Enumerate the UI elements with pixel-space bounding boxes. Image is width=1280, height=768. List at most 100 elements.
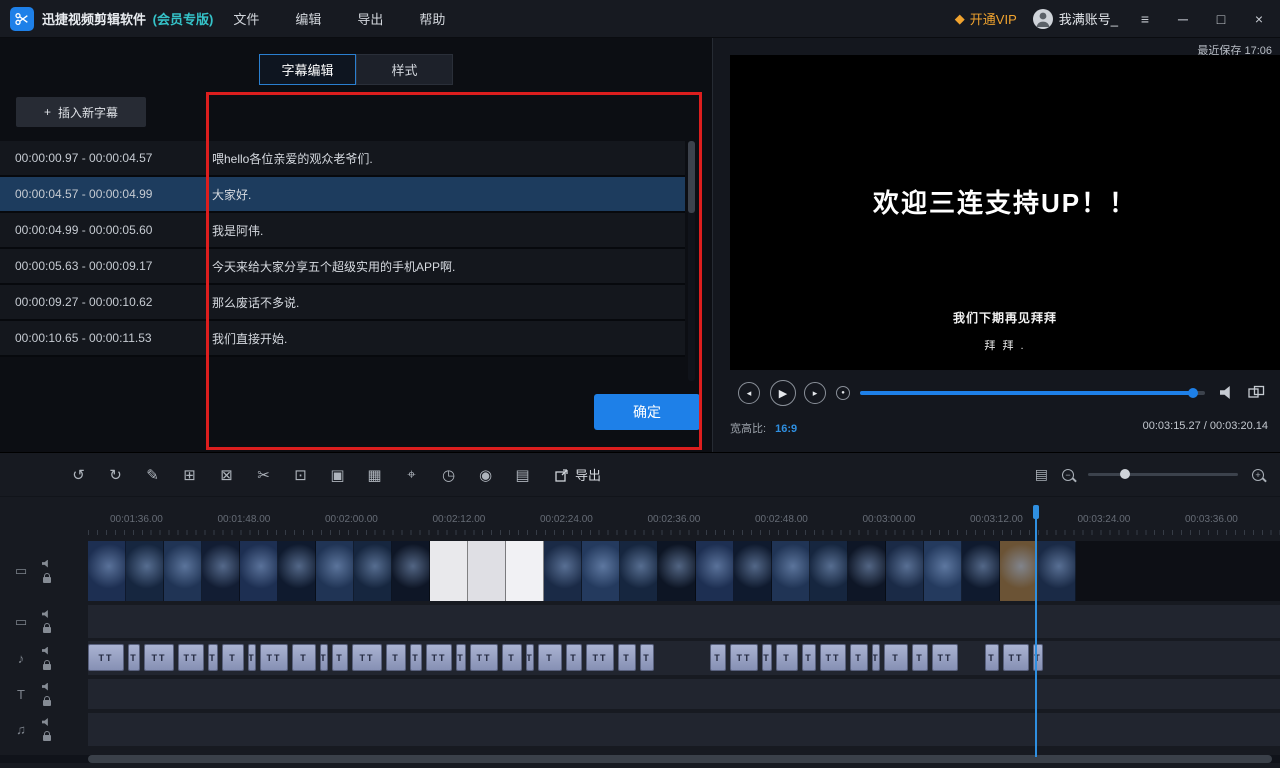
detach-preview-icon[interactable] — [1248, 385, 1265, 403]
subtitle-clip[interactable]: T — [710, 644, 726, 671]
subtitle-clip[interactable]: TT — [1003, 644, 1029, 671]
menu-item[interactable]: 文件 — [233, 9, 259, 28]
undo-icon[interactable]: ↺ — [60, 466, 97, 484]
menu-item[interactable]: 编辑 — [295, 9, 321, 28]
rotate-icon[interactable]: ⊡ — [282, 466, 319, 484]
video-thumbnail[interactable] — [88, 541, 126, 601]
video-thumbnail[interactable] — [354, 541, 392, 601]
subtitle-clip[interactable]: T — [222, 644, 244, 671]
subtitle-clip[interactable]: TT — [178, 644, 204, 671]
subtitle-clip[interactable]: T — [566, 644, 582, 671]
mute-icon[interactable] — [42, 560, 51, 568]
subtitle-clip[interactable]: TT — [88, 644, 124, 671]
lock-icon[interactable] — [43, 664, 51, 670]
subtitle-clip[interactable]: TT — [730, 644, 758, 671]
video-thumbnail[interactable] — [506, 541, 544, 601]
subtitle-row[interactable]: 00:00:00.97 - 00:00:04.57喂hello各位亲爱的观众老爷… — [0, 141, 685, 177]
subtitle-clip[interactable]: TT — [820, 644, 846, 671]
zoom-in-icon[interactable]: + — [1252, 469, 1264, 481]
close-button[interactable]: × — [1248, 11, 1270, 27]
subtitle-clip[interactable]: T — [884, 644, 908, 671]
subtitle-clip[interactable]: T — [292, 644, 316, 671]
subtitle-clip[interactable]: T — [538, 644, 562, 671]
subtitle-row[interactable]: 00:00:05.63 - 00:00:09.17今天来给大家分享五个超级实用的… — [0, 249, 685, 285]
speed-icon[interactable]: ◷ — [430, 466, 467, 484]
subtitle-clip[interactable]: T — [776, 644, 798, 671]
subtitle-text[interactable]: 今天来给大家分享五个超级实用的手机APP啊. — [196, 258, 455, 275]
timeline-hscrollbar-thumb[interactable] — [88, 755, 1272, 763]
subtitle-scrollbar[interactable] — [688, 141, 695, 381]
video-thumbnail[interactable] — [886, 541, 924, 601]
video-thumbnail[interactable] — [278, 541, 316, 601]
timeline-zoom-knob[interactable] — [1120, 469, 1130, 479]
subtitle-text[interactable]: 大家好. — [196, 186, 251, 203]
video-thumbnail[interactable] — [240, 541, 278, 601]
video-thumbnail[interactable] — [848, 541, 886, 601]
subtitle-clip[interactable]: T — [248, 644, 256, 671]
subtitle-clip[interactable]: TT — [426, 644, 452, 671]
pip-icon[interactable]: ▣ — [319, 466, 356, 484]
subtitle-clip[interactable]: T — [850, 644, 868, 671]
video-thumbnail[interactable] — [544, 541, 582, 601]
subtitle-text[interactable]: 喂hello各位亲爱的观众老爷们. — [196, 150, 373, 167]
subtitle-clip[interactable]: T — [410, 644, 422, 671]
aspect-ratio-value[interactable]: 16:9 — [775, 423, 797, 435]
record-icon[interactable]: ◉ — [467, 466, 504, 484]
subtitle-clip[interactable]: TT — [470, 644, 498, 671]
mosaic-icon[interactable]: ▦ — [356, 466, 393, 484]
edit-icon[interactable]: ✎ — [134, 466, 171, 484]
video-thumbnail[interactable] — [582, 541, 620, 601]
insert-subtitle-button[interactable]: + 插入新字幕 — [16, 97, 146, 127]
redo-icon[interactable]: ↻ — [97, 466, 134, 484]
previous-frame-button[interactable]: ◂ — [738, 382, 760, 404]
track-manager-icon[interactable]: ▤ — [1035, 466, 1048, 483]
subtitle-text[interactable]: 我是阿伟. — [196, 222, 263, 239]
video-thumbnail[interactable] — [202, 541, 240, 601]
zoom-out-icon[interactable]: − — [1062, 469, 1074, 481]
video-thumbnail[interactable] — [962, 541, 1000, 601]
subtitle-clip[interactable]: T — [640, 644, 654, 671]
subtitle-clip[interactable]: T — [618, 644, 636, 671]
timeline-zoom-slider[interactable] — [1088, 473, 1238, 476]
tab-subtitle-edit[interactable]: 字幕编辑 — [259, 54, 356, 85]
next-frame-button[interactable]: ▸ — [804, 382, 826, 404]
maximize-button[interactable]: □ — [1210, 11, 1232, 27]
subtitle-clip[interactable]: TT — [352, 644, 382, 671]
subtitle-clip[interactable]: T — [802, 644, 816, 671]
mute-icon[interactable] — [42, 647, 51, 655]
timeline-ruler[interactable]: 00:01:36.0000:01:48.0000:02:00.0000:02:1… — [0, 505, 1280, 537]
menu-item[interactable]: 导出 — [357, 9, 383, 28]
watermark-icon[interactable]: ▤ — [504, 466, 541, 484]
menu-item[interactable]: 帮助 — [419, 9, 445, 28]
video-thumbnail[interactable] — [316, 541, 354, 601]
loop-button[interactable]: ● — [836, 386, 850, 400]
empty-track-area[interactable] — [88, 713, 1280, 746]
subtitle-clip[interactable]: TT — [144, 644, 174, 671]
playhead[interactable] — [1035, 507, 1037, 757]
empty-track-area[interactable] — [88, 679, 1280, 709]
volume-icon[interactable] — [1220, 386, 1235, 399]
subtitle-clip[interactable]: T — [128, 644, 140, 671]
lock-icon[interactable] — [43, 735, 51, 741]
mark-icon[interactable]: ⌖ — [393, 466, 430, 484]
empty-track-area[interactable] — [88, 605, 1280, 638]
video-thumbnail[interactable] — [772, 541, 810, 601]
video-thumbnail[interactable] — [620, 541, 658, 601]
export-button[interactable]: 导出 — [555, 465, 601, 484]
split-icon[interactable]: ✂ — [245, 466, 282, 484]
account-button[interactable]: 我满账号_ — [1033, 9, 1118, 29]
lock-icon[interactable] — [43, 700, 51, 706]
subtitle-clip[interactable]: T — [502, 644, 522, 671]
subtitle-row[interactable]: 00:00:04.57 - 00:00:04.99大家好. — [0, 177, 685, 213]
subtitle-clip[interactable]: T — [526, 644, 534, 671]
subtitle-clip[interactable]: T — [456, 644, 466, 671]
subtitle-clip[interactable]: T — [332, 644, 348, 671]
subtitle-clip[interactable]: T — [762, 644, 772, 671]
seek-slider-knob[interactable] — [1188, 388, 1198, 398]
video-preview[interactable]: 欢迎三连支持UP！！ 我们下期再见拜拜 拜 拜 . — [730, 55, 1280, 370]
lock-icon[interactable] — [43, 577, 51, 583]
mute-icon[interactable] — [42, 718, 51, 726]
delete-icon[interactable]: ⊠ — [208, 466, 245, 484]
subtitle-clip[interactable]: T — [208, 644, 218, 671]
subtitle-row[interactable]: 00:00:09.27 - 00:00:10.62那么废话不多说. — [0, 285, 685, 321]
